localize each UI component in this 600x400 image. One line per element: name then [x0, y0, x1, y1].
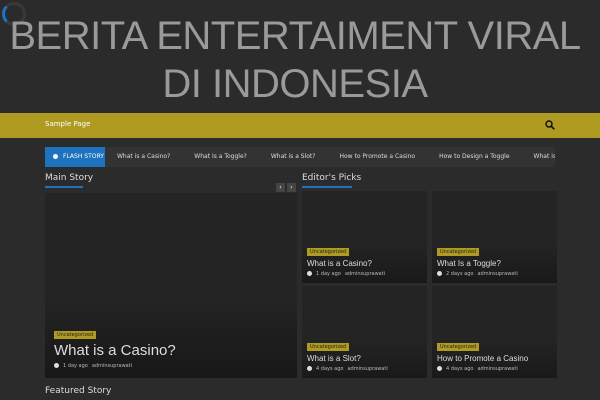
category-badge[interactable]: Uncategorized — [307, 343, 350, 351]
slider-prev-button[interactable]: ‹ — [276, 183, 285, 192]
main-story-card[interactable]: Uncategorized What is a Casino? 1 day ag… — [45, 193, 297, 378]
chevron-left-icon: ‹ — [279, 184, 282, 191]
post-date: 2 days ago — [446, 271, 474, 277]
editors-pick-title[interactable]: What Is a Toggle? — [437, 259, 501, 268]
main-story-heading: Main Story — [45, 173, 94, 183]
post-author[interactable]: adminsuprawati — [345, 271, 385, 277]
nav-item-sample-page[interactable]: Sample Page — [45, 120, 90, 128]
clock-icon — [437, 271, 442, 276]
flash-story-label: FLASH STORY — [63, 153, 104, 160]
flash-story-badge: FLASH STORY — [45, 147, 105, 167]
post-meta: 2 days ago adminsuprawati — [437, 271, 518, 277]
post-meta: 1 day ago adminsuprawati — [307, 271, 385, 277]
category-badge[interactable]: Uncategorized — [307, 248, 350, 256]
editors-pick-card[interactable]: Uncategorized What Is a Toggle? 2 days a… — [432, 191, 557, 283]
post-author[interactable]: adminsuprawati — [92, 363, 132, 369]
editors-pick-card[interactable]: Uncategorized What is a Slot? 4 days ago… — [302, 286, 427, 378]
flash-icon — [53, 154, 58, 159]
ticker-items: What is a Casino? What Is a Toggle? What i… — [107, 147, 555, 167]
editors-picks-heading: Editor's Picks — [302, 173, 362, 183]
slider-next-button[interactable]: › — [287, 183, 296, 192]
editors-picks-underline — [302, 186, 352, 188]
featured-story-heading: Featured Story — [45, 386, 112, 396]
post-author[interactable]: adminsuprawati — [477, 366, 517, 372]
editors-pick-card[interactable]: Uncategorized What is a Casino? 1 day ag… — [302, 191, 427, 283]
ticker-link[interactable]: How to Promote a Casino — [339, 147, 415, 167]
ticker-link[interactable]: What is a Slot? — [271, 147, 316, 167]
ticker-link[interactable]: What is a Casino? — [534, 147, 555, 167]
ticker-link[interactable]: What is a Casino? — [117, 147, 170, 167]
editors-pick-title[interactable]: What is a Slot? — [307, 354, 361, 363]
category-badge[interactable]: Uncategorized — [54, 331, 97, 339]
post-meta: 4 days ago adminsuprawati — [307, 366, 388, 372]
ticker-link[interactable]: How to Design a Toggle — [439, 147, 509, 167]
editors-pick-card[interactable]: Uncategorized How to Promote a Casino 4 … — [432, 286, 557, 378]
post-date: 1 day ago — [316, 271, 341, 277]
main-story-underline — [45, 186, 83, 188]
category-badge[interactable]: Uncategorized — [437, 248, 480, 256]
clock-icon — [54, 363, 59, 368]
main-story-title[interactable]: What is a Casino? — [54, 342, 176, 359]
category-badge[interactable]: Uncategorized — [437, 343, 480, 351]
ticker-link[interactable]: What Is a Toggle? — [194, 147, 247, 167]
clock-icon — [437, 366, 442, 371]
flash-story-ticker: FLASH STORY What is a Casino? What Is a T… — [45, 147, 555, 167]
post-date: 4 days ago — [446, 366, 474, 372]
post-date: 1 day ago — [63, 363, 88, 369]
post-meta: 1 day ago adminsuprawati — [54, 363, 132, 369]
site-title[interactable]: BERITA ENTERTAIMENT VIRAL DI INDONESIA — [0, 12, 590, 108]
post-meta: 4 days ago adminsuprawati — [437, 366, 518, 372]
post-author[interactable]: adminsuprawati — [347, 366, 387, 372]
post-author[interactable]: adminsuprawati — [477, 271, 517, 277]
post-date: 4 days ago — [316, 366, 344, 372]
search-icon[interactable] — [545, 120, 555, 130]
chevron-right-icon: › — [290, 184, 293, 191]
editors-pick-title[interactable]: How to Promote a Casino — [437, 354, 528, 363]
clock-icon — [307, 366, 312, 371]
main-navbar: Sample Page — [0, 113, 600, 138]
clock-icon — [307, 271, 312, 276]
editors-pick-title[interactable]: What is a Casino? — [307, 259, 372, 268]
